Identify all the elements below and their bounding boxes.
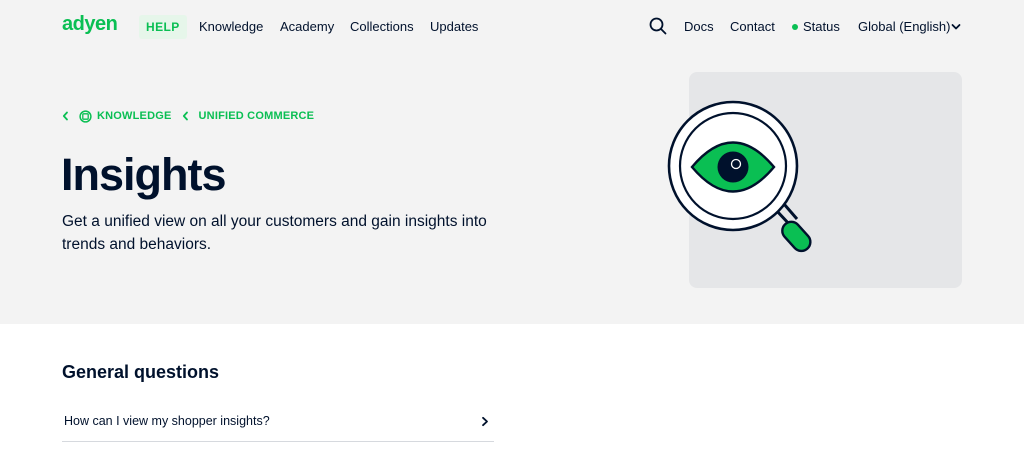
faq-item[interactable]: How can I view my shopper insights? bbox=[62, 405, 494, 442]
nav-updates[interactable]: Updates bbox=[430, 19, 478, 34]
magnifying-glass-eye-icon bbox=[667, 100, 812, 253]
site-header: adyen HELP Knowledge Academy Collections… bbox=[0, 0, 1024, 54]
svg-text:adyen: adyen bbox=[62, 14, 117, 35]
general-questions-heading: General questions bbox=[62, 362, 220, 382]
docs-link[interactable]: Docs bbox=[684, 19, 714, 34]
search-icon[interactable] bbox=[649, 17, 667, 35]
breadcrumb-unified-commerce[interactable]: UNIFIED COMMERCE bbox=[199, 110, 315, 122]
knowledge-icon bbox=[79, 109, 92, 123]
breadcrumb: KNOWLEDGE UNIFIED COMMERCE bbox=[62, 109, 314, 123]
contact-link[interactable]: Contact bbox=[730, 19, 775, 34]
status-link[interactable]: Status bbox=[803, 19, 840, 34]
chevron-left-icon[interactable] bbox=[182, 111, 189, 121]
faq-item-label: How can I view my shopper insights? bbox=[64, 414, 270, 428]
chevron-right-icon bbox=[482, 416, 488, 427]
nav-knowledge[interactable]: Knowledge bbox=[199, 19, 263, 34]
breadcrumb-knowledge[interactable]: KNOWLEDGE bbox=[97, 110, 172, 122]
nav-collections[interactable]: Collections bbox=[350, 19, 414, 34]
page-title: Insights bbox=[61, 149, 227, 200]
page-subtitle: Get a unified view on all your customers… bbox=[62, 213, 487, 253]
status-indicator-dot bbox=[792, 24, 798, 30]
adyen-logo[interactable]: adyen bbox=[62, 14, 132, 36]
chevron-down-icon[interactable] bbox=[951, 22, 961, 32]
chevron-left-icon[interactable] bbox=[62, 111, 69, 121]
nav-academy[interactable]: Academy bbox=[280, 19, 334, 34]
language-selector[interactable]: Global (English) bbox=[858, 19, 951, 34]
help-badge[interactable]: HELP bbox=[139, 15, 187, 39]
